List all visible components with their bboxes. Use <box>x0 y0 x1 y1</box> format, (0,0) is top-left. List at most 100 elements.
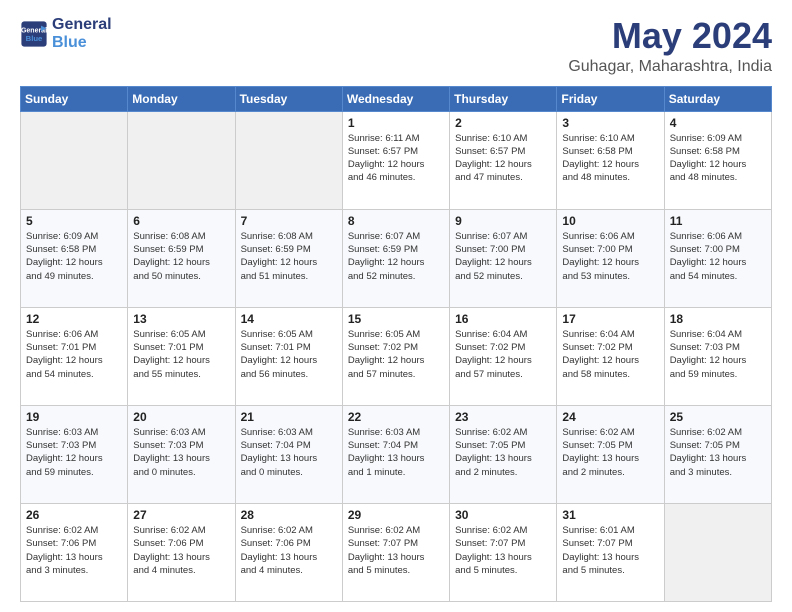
sub-title: Guhagar, Maharashtra, India <box>568 58 772 76</box>
table-row: 30 Sunrise: 6:02 AMSunset: 7:07 PMDayligh… <box>450 503 557 601</box>
day-info: Sunrise: 6:03 AMSunset: 7:04 PMDaylight:… <box>348 426 444 479</box>
day-info: Sunrise: 6:02 AMSunset: 7:05 PMDaylight:… <box>562 426 658 479</box>
logo-icon: General Blue <box>20 20 48 48</box>
table-row: 27 Sunrise: 6:02 AMSunset: 7:06 PMDayligh… <box>128 503 235 601</box>
table-row: 10Sunrise: 6:06 AMSunset: 7:00 PMDayligh… <box>557 209 664 307</box>
header-saturday: Saturday <box>664 86 771 111</box>
table-row <box>235 111 342 209</box>
day-info: Sunrise: 6:01 AMSunset: 7:07 PMDaylight:… <box>562 524 658 577</box>
day-info: Sunrise: 6:09 AMSunset: 6:58 PMDaylight:… <box>26 230 122 283</box>
day-number: 26 <box>26 508 122 522</box>
table-row: 19 Sunrise: 6:03 AMSunset: 7:03 PMDayligh… <box>21 405 128 503</box>
day-number: 18 <box>670 312 766 326</box>
table-row: 29 Sunrise: 6:02 AMSunset: 7:07 PMDayligh… <box>342 503 449 601</box>
header: General Blue General Blue May 2024 Guhag… <box>20 16 772 76</box>
table-row <box>664 503 771 601</box>
calendar: Sunday Monday Tuesday Wednesday Thursday… <box>20 86 772 602</box>
day-info: Sunrise: 6:02 AMSunset: 7:06 PMDaylight:… <box>133 524 229 577</box>
table-row: 20Sunrise: 6:03 AMSunset: 7:03 PMDayligh… <box>128 405 235 503</box>
day-info: Sunrise: 6:02 AMSunset: 7:06 PMDaylight:… <box>241 524 337 577</box>
table-row <box>128 111 235 209</box>
table-row: 15Sunrise: 6:05 AMSunset: 7:02 PMDayligh… <box>342 307 449 405</box>
day-number: 8 <box>348 214 444 228</box>
day-number: 5 <box>26 214 122 228</box>
day-number: 1 <box>348 116 444 130</box>
svg-text:Blue: Blue <box>26 34 43 43</box>
logo-general-text: General <box>52 16 112 34</box>
table-row: 8 Sunrise: 6:07 AMSunset: 6:59 PMDaylight… <box>342 209 449 307</box>
header-friday: Friday <box>557 86 664 111</box>
day-number: 29 <box>348 508 444 522</box>
day-number: 30 <box>455 508 551 522</box>
day-number: 4 <box>670 116 766 130</box>
day-info: Sunrise: 6:04 AMSunset: 7:02 PMDaylight:… <box>562 328 658 381</box>
table-row: 28 Sunrise: 6:02 AMSunset: 7:06 PMDayligh… <box>235 503 342 601</box>
table-row: 4 Sunrise: 6:09 AMSunset: 6:58 PMDaylight… <box>664 111 771 209</box>
day-info: Sunrise: 6:08 AMSunset: 6:59 PMDaylight:… <box>133 230 229 283</box>
table-row: 13 Sunrise: 6:05 AMSunset: 7:01 PMDayligh… <box>128 307 235 405</box>
header-monday: Monday <box>128 86 235 111</box>
main-title: May 2024 <box>568 16 772 56</box>
table-row: 5 Sunrise: 6:09 AMSunset: 6:58 PMDaylight… <box>21 209 128 307</box>
day-number: 21 <box>241 410 337 424</box>
day-info: Sunrise: 6:06 AMSunset: 7:01 PMDaylight:… <box>26 328 122 381</box>
table-row: 25Sunrise: 6:02 AMSunset: 7:05 PMDayligh… <box>664 405 771 503</box>
day-info: Sunrise: 6:11 AMSunset: 6:57 PMDaylight:… <box>348 132 444 185</box>
table-row <box>21 111 128 209</box>
day-info: Sunrise: 6:02 AMSunset: 7:07 PMDaylight:… <box>455 524 551 577</box>
day-number: 17 <box>562 312 658 326</box>
day-number: 14 <box>241 312 337 326</box>
table-row: 3 Sunrise: 6:10 AMSunset: 6:58 PMDaylight… <box>557 111 664 209</box>
table-row: 26Sunrise: 6:02 AMSunset: 7:06 PMDayligh… <box>21 503 128 601</box>
day-number: 27 <box>133 508 229 522</box>
table-row: 23 Sunrise: 6:02 AMSunset: 7:05 PMDayligh… <box>450 405 557 503</box>
day-info: Sunrise: 6:02 AMSunset: 7:05 PMDaylight:… <box>455 426 551 479</box>
day-info: Sunrise: 6:08 AMSunset: 6:59 PMDaylight:… <box>241 230 337 283</box>
logo-blue-text: Blue <box>52 34 112 52</box>
day-number: 13 <box>133 312 229 326</box>
day-number: 9 <box>455 214 551 228</box>
day-info: Sunrise: 6:07 AMSunset: 7:00 PMDaylight:… <box>455 230 551 283</box>
day-info: Sunrise: 6:02 AMSunset: 7:07 PMDaylight:… <box>348 524 444 577</box>
day-number: 12 <box>26 312 122 326</box>
day-info: Sunrise: 6:03 AMSunset: 7:03 PMDaylight:… <box>133 426 229 479</box>
day-number: 19 <box>26 410 122 424</box>
table-row: 24 Sunrise: 6:02 AMSunset: 7:05 PMDayligh… <box>557 405 664 503</box>
day-number: 28 <box>241 508 337 522</box>
day-info: Sunrise: 6:02 AMSunset: 7:05 PMDaylight:… <box>670 426 766 479</box>
header-thursday: Thursday <box>450 86 557 111</box>
logo: General Blue General Blue <box>20 16 112 51</box>
title-block: May 2024 Guhagar, Maharashtra, India <box>568 16 772 76</box>
header-wednesday: Wednesday <box>342 86 449 111</box>
table-row: 11Sunrise: 6:06 AMSunset: 7:00 PMDayligh… <box>664 209 771 307</box>
table-row: 9 Sunrise: 6:07 AMSunset: 7:00 PMDaylight… <box>450 209 557 307</box>
day-number: 23 <box>455 410 551 424</box>
day-info: Sunrise: 6:05 AMSunset: 7:01 PMDaylight:… <box>133 328 229 381</box>
day-number: 31 <box>562 508 658 522</box>
day-info: Sunrise: 6:03 AMSunset: 7:03 PMDaylight:… <box>26 426 122 479</box>
day-number: 15 <box>348 312 444 326</box>
day-info: Sunrise: 6:06 AMSunset: 7:00 PMDaylight:… <box>670 230 766 283</box>
table-row: 14 Sunrise: 6:05 AMSunset: 7:01 PMDayligh… <box>235 307 342 405</box>
header-sunday: Sunday <box>21 86 128 111</box>
day-info: Sunrise: 6:05 AMSunset: 7:01 PMDaylight:… <box>241 328 337 381</box>
table-row: 31 Sunrise: 6:01 AMSunset: 7:07 PMDayligh… <box>557 503 664 601</box>
day-info: Sunrise: 6:10 AMSunset: 6:58 PMDaylight:… <box>562 132 658 185</box>
day-number: 22 <box>348 410 444 424</box>
day-info: Sunrise: 6:10 AMSunset: 6:57 PMDaylight:… <box>455 132 551 185</box>
day-info: Sunrise: 6:04 AMSunset: 7:03 PMDaylight:… <box>670 328 766 381</box>
table-row: 16Sunrise: 6:04 AMSunset: 7:02 PMDayligh… <box>450 307 557 405</box>
day-number: 3 <box>562 116 658 130</box>
page: General Blue General Blue May 2024 Guhag… <box>0 0 792 612</box>
day-number: 10 <box>562 214 658 228</box>
table-row: 1 Sunrise: 6:11 AMSunset: 6:57 PMDaylight… <box>342 111 449 209</box>
header-tuesday: Tuesday <box>235 86 342 111</box>
table-row: 2 Sunrise: 6:10 AMSunset: 6:57 PMDaylight… <box>450 111 557 209</box>
table-row: 6Sunrise: 6:08 AMSunset: 6:59 PMDaylight… <box>128 209 235 307</box>
day-number: 24 <box>562 410 658 424</box>
day-info: Sunrise: 6:03 AMSunset: 7:04 PMDaylight:… <box>241 426 337 479</box>
day-info: Sunrise: 6:09 AMSunset: 6:58 PMDaylight:… <box>670 132 766 185</box>
day-number: 2 <box>455 116 551 130</box>
day-info: Sunrise: 6:07 AMSunset: 6:59 PMDaylight:… <box>348 230 444 283</box>
table-row: 22 Sunrise: 6:03 AMSunset: 7:04 PMDayligh… <box>342 405 449 503</box>
